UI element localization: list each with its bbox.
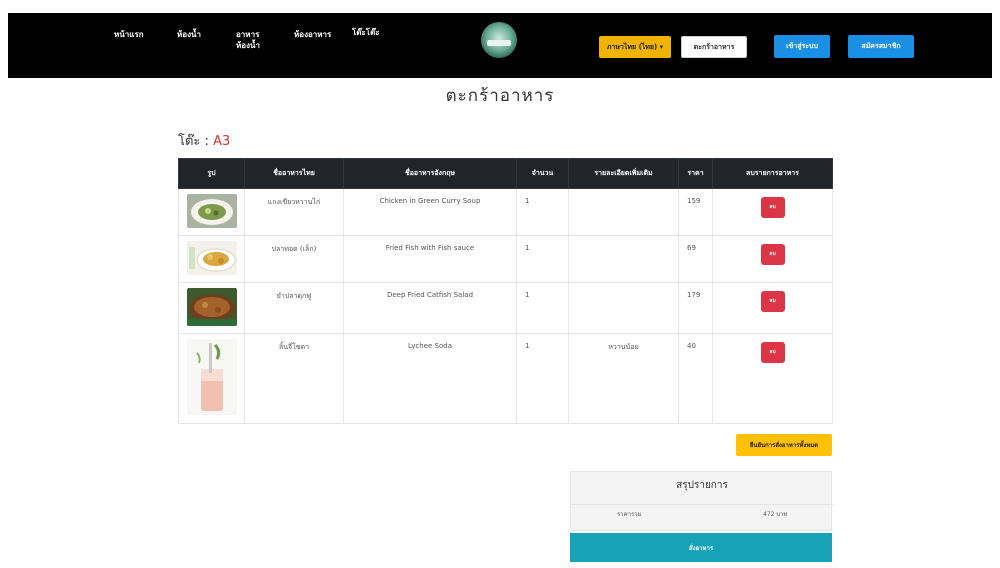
header-quantity: จำนวน xyxy=(516,158,569,189)
summary-title: สรุปรายการ xyxy=(676,480,728,491)
nav-food-link[interactable]: อาหาร ห้องน้ำ xyxy=(236,29,268,51)
login-button[interactable]: เข้าสู่ระบบ xyxy=(774,35,830,58)
english-name-cell: Deep Fried Catfish Salad xyxy=(343,282,517,334)
price-cell: 69 xyxy=(678,235,713,283)
place-order-button[interactable]: สั่งอาหาร xyxy=(570,533,832,562)
thai-name-cell: ยำปลาดุกฟู xyxy=(244,282,344,334)
green-curry-image xyxy=(186,194,237,228)
nav-room-link[interactable]: ห้องน้ำ xyxy=(177,29,201,40)
delete-cell: ลบ xyxy=(712,282,833,334)
quantity-cell: 1 xyxy=(516,188,569,236)
header-thai-name: ชื่ออาหารไทย xyxy=(244,158,344,189)
thai-name-cell: ปลาทอด (เล็ก) xyxy=(244,235,344,283)
table-number-value: A3 xyxy=(213,134,231,149)
register-button[interactable]: สมัครสมาชิก xyxy=(848,35,914,58)
english-name-cell: Lychee Soda xyxy=(343,333,517,424)
nav-table-link[interactable]: โต๊ะโต๊ะ xyxy=(352,27,380,38)
table-number-label: โต๊ะ : A3 xyxy=(178,130,230,151)
logo-banner-icon xyxy=(487,40,511,46)
table-header-row: รูป ชื่ออาหารไทย ชื่ออาหารอังกฤษ จำนวน ร… xyxy=(178,158,833,189)
header-price: ราคา xyxy=(678,158,713,189)
summary-divider xyxy=(571,504,833,505)
table-row: ยำปลาดุกฟู Deep Fried Catfish Salad 1 17… xyxy=(178,282,833,334)
quantity-cell: 1 xyxy=(516,333,569,424)
english-name-cell: Chicken in Green Curry Soup xyxy=(343,188,517,236)
delete-button[interactable]: ลบ xyxy=(760,197,785,218)
nav-dining-link[interactable]: ห้องอาหาร xyxy=(294,29,331,40)
order-summary-panel: สรุปรายการ ราคารวม 472 บาท xyxy=(570,471,833,531)
table-row: แกงเขียวหวานไก่ Chicken in Green Curry S… xyxy=(178,188,833,236)
details-cell: หวานน้อย xyxy=(568,333,679,424)
details-cell xyxy=(568,235,679,283)
delete-button[interactable]: ลบ xyxy=(760,342,785,363)
thai-name-cell: ลิ้นจี่โซดา xyxy=(244,333,344,424)
delete-button[interactable]: ลบ xyxy=(760,244,785,265)
header-details: รายละเอียดเพิ่มเติม xyxy=(568,158,679,189)
quantity-cell: 1 xyxy=(516,282,569,334)
english-name-cell: Fried Fish with Fish sauce xyxy=(343,235,517,283)
price-cell: 40 xyxy=(678,333,713,424)
delete-cell: ลบ xyxy=(712,235,833,283)
header-english-name: ชื่ออาหารอังกฤษ xyxy=(343,158,517,189)
details-cell xyxy=(568,188,679,236)
fried-fish-image xyxy=(186,241,237,275)
delete-cell: ลบ xyxy=(712,188,833,236)
table-row: ลิ้นจี่โซดา Lychee Soda 1 หวานน้อย 40 ลบ xyxy=(178,333,833,424)
food-image-cell xyxy=(178,282,245,334)
page-title: ตะกร้าอาหาร xyxy=(445,86,555,106)
food-image-cell xyxy=(178,333,245,424)
header-delete: ลบรายการอาหาร xyxy=(712,158,833,189)
summary-total-label: ราคารวม xyxy=(617,511,642,518)
table-row: ปลาทอด (เล็ก) Fried Fish with Fish sauce… xyxy=(178,235,833,283)
details-cell xyxy=(568,282,679,334)
table-label-text: โต๊ะ : xyxy=(178,134,209,149)
cart-button[interactable]: ตะกร้าอาหาร xyxy=(681,36,747,58)
price-cell: 159 xyxy=(678,188,713,236)
catfish-salad-image xyxy=(186,288,237,326)
food-image-cell xyxy=(178,235,245,283)
delete-cell: ลบ xyxy=(712,333,833,424)
thai-name-cell: แกงเขียวหวานไก่ xyxy=(244,188,344,236)
food-image-cell xyxy=(178,188,245,236)
language-dropdown-button[interactable]: ภาษาไทย (ไทย) ▾ xyxy=(599,36,671,58)
confirm-all-orders-button[interactable]: ยืนยันการสั่งอาหารทั้งหมด xyxy=(736,434,832,456)
quantity-cell: 1 xyxy=(516,235,569,283)
cart-table: รูป ชื่ออาหารไทย ชื่ออาหารอังกฤษ จำนวน ร… xyxy=(178,158,833,424)
nav-home-link[interactable]: หน้าแรก xyxy=(114,29,144,40)
lychee-soda-image xyxy=(186,339,237,415)
summary-total-value: 472 บาท xyxy=(763,511,788,518)
header-image: รูป xyxy=(178,158,245,189)
price-cell: 179 xyxy=(678,282,713,334)
delete-button[interactable]: ลบ xyxy=(760,291,785,312)
